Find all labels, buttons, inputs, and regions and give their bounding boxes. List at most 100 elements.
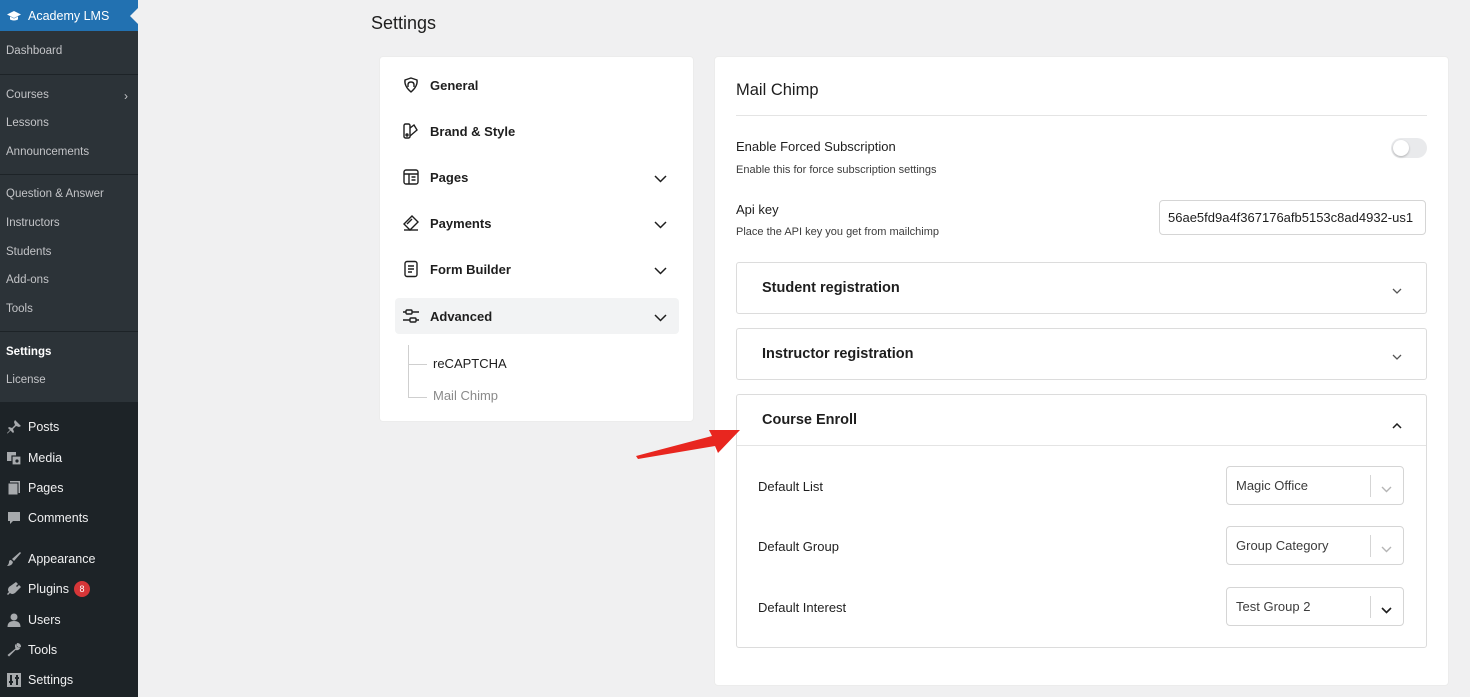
sub-nav-mail-chimp[interactable]: Mail Chimp <box>433 388 498 403</box>
sub-nav-tree-tick <box>408 364 427 365</box>
default-group-select[interactable]: Group Category <box>1226 526 1404 565</box>
sidebar-item-label: Plugins <box>28 582 69 596</box>
sidebar-item-comments[interactable]: Comments <box>0 503 138 533</box>
accordion-body: Default List Magic Office Default Group … <box>737 445 1426 647</box>
default-group-label: Default Group <box>758 539 839 554</box>
chevron-down-icon <box>654 310 667 325</box>
sidebar-plugin-title: Academy LMS <box>28 8 110 23</box>
media-icon <box>0 450 28 466</box>
sub-nav-tree-line <box>408 345 410 397</box>
sidebar-item-label: Media <box>28 451 63 465</box>
settings-nav-label: General <box>430 77 479 93</box>
submenu-divider <box>0 174 138 175</box>
default-interest-select[interactable]: Test Group 2 <box>1226 587 1404 626</box>
chevron-down-icon <box>1381 481 1392 496</box>
select-value: Test Group 2 <box>1236 599 1311 614</box>
sidebar-plugin-header[interactable]: Academy LMS <box>0 0 138 31</box>
sidebar-item-plugins[interactable]: Plugins 8 <box>0 574 138 604</box>
accordion-header[interactable]: Instructor registration <box>737 329 1426 379</box>
accordion-instructor-registration: Instructor registration <box>736 328 1427 380</box>
forced-subscription-label: Enable Forced Subscription <box>736 139 896 154</box>
sidebar-item-label: Appearance <box>28 552 96 566</box>
section-divider <box>736 115 1427 116</box>
forced-subscription-help: Enable this for force subscription setti… <box>736 164 937 176</box>
sidebar-item-dashboard[interactable]: Dashboard <box>0 45 138 57</box>
select-separator <box>1370 596 1371 618</box>
default-interest-label: Default Interest <box>758 600 847 615</box>
sidebar-item-label: Comments <box>28 511 89 525</box>
sidebar-item-lessons[interactable]: Lessons <box>0 117 138 129</box>
default-list-select[interactable]: Magic Office <box>1226 466 1404 505</box>
select-separator <box>1370 535 1371 557</box>
user-icon <box>0 612 28 628</box>
accordion-title: Instructor registration <box>762 346 914 362</box>
pin-icon <box>0 419 28 435</box>
chevron-up-icon <box>1392 417 1402 433</box>
sidebar-item-courses-label: Courses <box>6 89 49 101</box>
settings-nav-payments[interactable]: Payments <box>395 205 679 241</box>
sidebar-item-courses[interactable]: Courses › <box>0 89 138 103</box>
sidebar-item-tools[interactable]: Tools <box>0 303 138 315</box>
forced-subscription-toggle[interactable] <box>1391 138 1427 158</box>
accordion-student-registration: Student registration <box>736 262 1427 314</box>
general-icon <box>402 76 420 94</box>
sidebar-item-announcements[interactable]: Announcements <box>0 146 138 158</box>
sub-nav-tree-tick <box>408 397 427 398</box>
mailchimp-settings-card: Mail Chimp Enable Forced Subscription En… <box>714 56 1449 686</box>
academy-submenu: Dashboard Courses › Lessons Announcements… <box>0 31 138 402</box>
chevron-down-icon <box>1381 602 1392 617</box>
advanced-icon <box>402 307 420 325</box>
payments-icon <box>402 214 420 232</box>
chevron-down-icon <box>654 263 667 278</box>
sidebar-item-add-ons[interactable]: Add-ons <box>0 274 138 286</box>
sidebar-item-students[interactable]: Students <box>0 246 138 258</box>
sidebar-item-label: Users <box>28 613 61 627</box>
plug-icon <box>0 581 28 597</box>
sidebar-item-posts[interactable]: Posts <box>0 412 138 442</box>
settings-nav-form-builder[interactable]: Form Builder <box>395 251 679 287</box>
wrench-icon <box>0 642 28 658</box>
settings-nav-label: Payments <box>430 215 492 231</box>
accordion-title: Course Enroll <box>762 412 858 428</box>
settings-nav-pages[interactable]: Pages <box>395 159 679 195</box>
default-list-label: Default List <box>758 479 824 494</box>
api-key-label: Api key <box>736 202 779 217</box>
sidebar-item-tools-main[interactable]: Tools <box>0 635 138 665</box>
page-title: Settings <box>371 13 437 33</box>
settings-nav-general[interactable]: General <box>395 67 679 103</box>
academy-lms-icon <box>6 10 22 22</box>
sidebar-item-settings-current[interactable]: Settings <box>0 346 138 358</box>
accordion-header[interactable]: Student registration <box>737 263 1426 313</box>
brand-style-icon <box>402 122 420 140</box>
sub-nav-recaptcha[interactable]: reCAPTCHA <box>433 356 507 371</box>
sidebar-item-users[interactable]: Users <box>0 605 138 635</box>
accordion-title: Student registration <box>762 280 900 296</box>
brush-icon <box>0 551 28 567</box>
select-value: Magic Office <box>1236 478 1309 493</box>
sidebar-item-pages[interactable]: Pages <box>0 473 138 503</box>
sidebar-item-license[interactable]: License <box>0 374 138 386</box>
annotation-arrow-icon <box>636 430 740 459</box>
select-separator <box>1370 475 1371 497</box>
sidebar-item-appearance[interactable]: Appearance <box>0 544 138 574</box>
sidebar-item-label: Posts <box>28 420 60 434</box>
plugins-update-badge: 8 <box>74 581 90 597</box>
settings-nav-advanced[interactable]: Advanced <box>395 298 679 334</box>
settings-nav-label: Form Builder <box>430 261 511 277</box>
sidebar-item-question-answer[interactable]: Question & Answer <box>0 188 138 200</box>
admin-sidebar: Academy LMS Dashboard Courses › Lessons A… <box>0 0 138 697</box>
current-menu-arrow <box>130 8 138 24</box>
settings-nav-brand-style[interactable]: Brand & Style <box>395 113 679 149</box>
pages-icon <box>402 168 420 186</box>
sidebar-item-settings-main[interactable]: Settings <box>0 665 138 695</box>
chevron-down-icon <box>1392 348 1402 364</box>
accordion-course-enroll: Course Enroll Default List Magic Office … <box>736 394 1427 648</box>
sidebar-item-label: Pages <box>28 481 64 495</box>
sidebar-item-label: Settings <box>28 673 74 687</box>
api-key-input[interactable] <box>1159 200 1426 235</box>
settings-icon <box>0 672 28 688</box>
sidebar-item-instructors[interactable]: Instructors <box>0 217 138 229</box>
sidebar-item-media[interactable]: Media <box>0 443 138 473</box>
submenu-divider <box>0 331 138 332</box>
accordion-header[interactable]: Course Enroll <box>737 395 1426 445</box>
